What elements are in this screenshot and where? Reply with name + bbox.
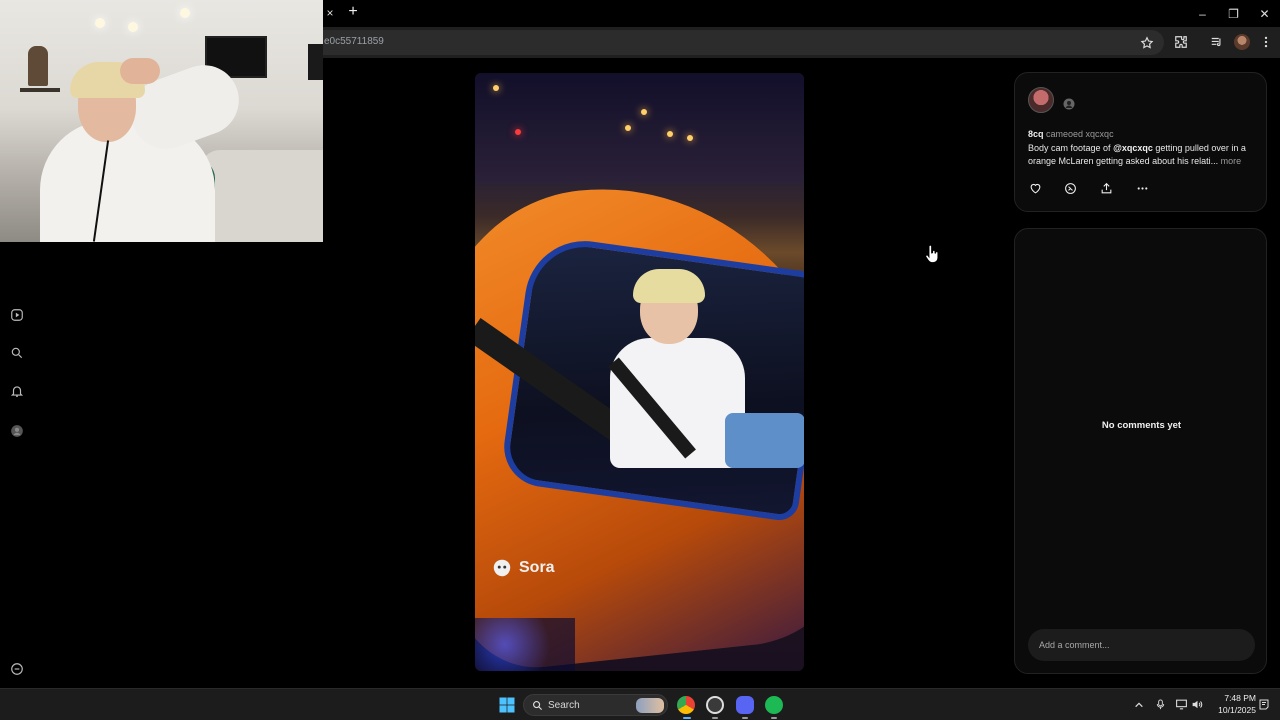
tab-close-button[interactable]: × xyxy=(324,6,336,20)
driver-hair xyxy=(633,269,705,303)
video-player[interactable]: Sora xyxy=(475,73,804,671)
caption-text: Body cam footage of xyxy=(1028,143,1114,153)
app-icon[interactable] xyxy=(706,696,724,714)
post-author[interactable]: 8cq xyxy=(1028,129,1044,139)
street-light xyxy=(625,125,631,131)
window-controls: – ❐ ✕ xyxy=(1187,0,1280,27)
streamer-hand xyxy=(120,58,160,84)
search-icon[interactable] xyxy=(9,345,25,361)
profile-avatar[interactable] xyxy=(1234,34,1250,50)
post-meta: 8cq cameoed xqcxqc xyxy=(1028,129,1114,139)
app-indicator xyxy=(712,717,718,719)
more-options-icon[interactable] xyxy=(1135,181,1149,195)
street-light xyxy=(493,85,499,91)
webcam-overlay xyxy=(0,0,323,242)
street-light xyxy=(687,135,693,141)
ceiling-light xyxy=(128,22,138,32)
more-options-icon[interactable] xyxy=(9,661,25,677)
sora-watermark: Sora xyxy=(491,557,555,579)
remix-icon[interactable] xyxy=(1063,181,1077,195)
post-action: cameoed xqcxqc xyxy=(1046,129,1114,139)
ceiling-light xyxy=(95,18,105,28)
notification-center-icon[interactable] xyxy=(1258,698,1270,711)
tail-light xyxy=(515,129,521,135)
ceiling-light xyxy=(180,8,190,18)
taskbar: Search 7:48 PM 10/1/2025 xyxy=(0,688,1280,720)
spotify-app-icon[interactable] xyxy=(765,696,783,714)
hand-cursor-icon xyxy=(925,245,939,263)
chrome-app-icon[interactable] xyxy=(677,696,695,714)
mention-link[interactable]: @xqcxqc xyxy=(1113,143,1153,153)
cameo-user-icon[interactable] xyxy=(1063,98,1075,110)
network-icon[interactable] xyxy=(1175,698,1188,711)
media-controls-icon[interactable] xyxy=(1209,34,1225,50)
search-icon xyxy=(533,701,543,711)
night-sky xyxy=(475,73,804,183)
profile-icon[interactable] xyxy=(9,423,25,439)
post-info-panel: 8cq cameoed xqcxqc Body cam footage of @… xyxy=(1014,72,1267,212)
maximize-button[interactable]: ❐ xyxy=(1218,0,1249,27)
clock-date[interactable]: 10/1/2025 xyxy=(1208,705,1256,715)
empty-comments-text: No comments yet xyxy=(1101,420,1182,431)
taskbar-search[interactable]: Search xyxy=(523,694,668,716)
wall-tv xyxy=(308,44,323,80)
driver-jeans xyxy=(725,413,804,468)
app-indicator xyxy=(742,717,748,719)
author-avatar[interactable] xyxy=(1028,87,1054,113)
sofa xyxy=(200,150,323,242)
app-indicator xyxy=(771,717,777,719)
active-app-indicator xyxy=(683,717,691,719)
browser-menu-icon[interactable] xyxy=(1258,34,1274,50)
comment-input[interactable] xyxy=(1028,629,1255,661)
microphone-icon[interactable] xyxy=(1155,698,1166,711)
shelf xyxy=(20,88,60,92)
sora-logo-icon xyxy=(493,559,511,577)
share-icon[interactable] xyxy=(1099,181,1113,195)
url-text[interactable]: e0c55711859 xyxy=(324,36,384,47)
discord-app-icon[interactable] xyxy=(736,696,754,714)
bookmark-star-icon[interactable] xyxy=(1140,36,1154,50)
more-link[interactable]: more xyxy=(1221,156,1242,166)
volume-icon[interactable] xyxy=(1191,698,1204,711)
like-heart-icon[interactable] xyxy=(1028,181,1042,195)
windows-start-icon[interactable] xyxy=(498,696,516,714)
street-light xyxy=(667,131,673,137)
tray-chevron-up-icon[interactable] xyxy=(1134,700,1144,710)
street-light xyxy=(641,109,647,115)
search-highlight-image xyxy=(636,698,664,713)
close-window-button[interactable]: ✕ xyxy=(1249,0,1280,27)
minimize-button[interactable]: – xyxy=(1187,0,1218,27)
notifications-bell-icon[interactable] xyxy=(9,383,25,399)
post-caption: Body cam footage of @xqcxqc getting pull… xyxy=(1028,142,1258,168)
comments-panel: No comments yet xyxy=(1014,228,1267,674)
police-light-glow xyxy=(475,618,575,671)
figurine xyxy=(28,46,48,86)
extensions-icon[interactable] xyxy=(1173,34,1189,50)
search-label: Search xyxy=(548,700,580,711)
feed-play-icon[interactable] xyxy=(9,307,25,323)
new-tab-button[interactable]: + xyxy=(346,4,360,20)
clock-time[interactable]: 7:48 PM xyxy=(1212,693,1256,703)
watermark-text: Sora xyxy=(519,559,555,576)
